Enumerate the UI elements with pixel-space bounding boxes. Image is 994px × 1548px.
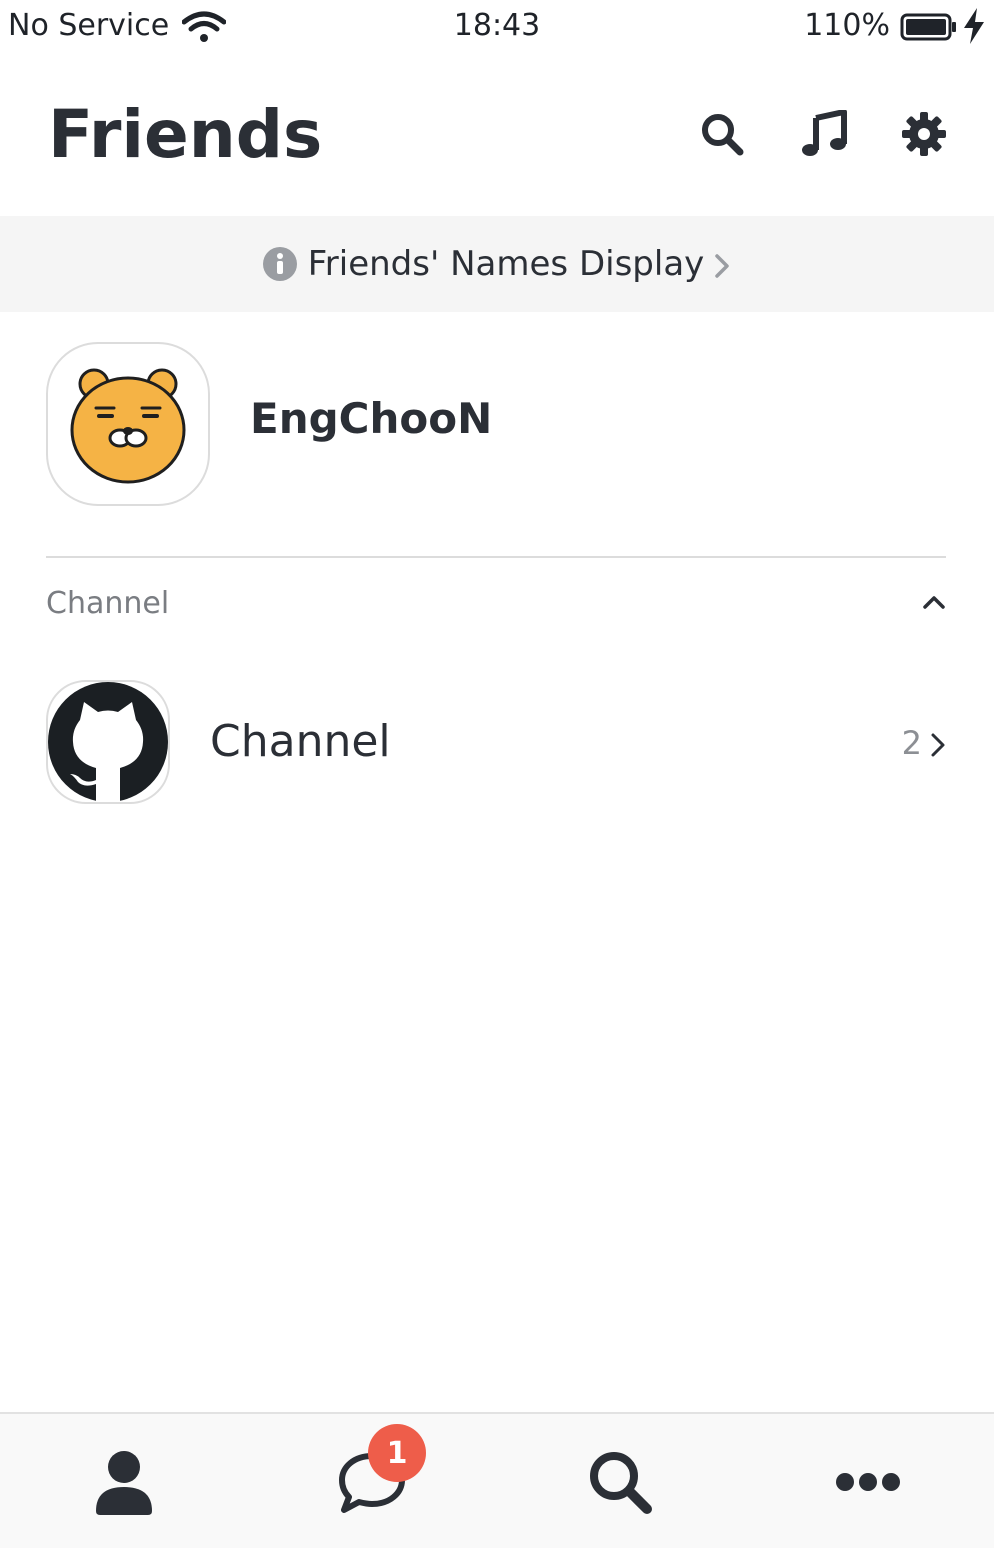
channel-count: 2: [901, 724, 922, 762]
bear-face-icon: [70, 368, 186, 484]
chevron-right-icon: [931, 733, 945, 757]
notice-label: Friends' Names Display: [307, 244, 705, 284]
page-title: Friends: [48, 96, 323, 173]
search-button[interactable]: [694, 106, 750, 162]
header: Friends: [0, 56, 994, 216]
avatar: [46, 342, 210, 506]
tab-search[interactable]: [496, 1414, 744, 1548]
tab-chats[interactable]: [248, 1414, 496, 1548]
search-icon: [702, 114, 744, 156]
divider: [46, 556, 946, 558]
more-dots-icon: [836, 1473, 900, 1491]
channel-name: Channel: [210, 716, 391, 767]
my-profile[interactable]: EngChooN: [46, 342, 946, 506]
gear-icon: [902, 112, 946, 156]
channel-section-header[interactable]: Channel: [46, 576, 946, 636]
person-icon: [96, 1451, 152, 1515]
search-icon: [590, 1452, 652, 1514]
tab-bar: [0, 1412, 994, 1548]
tab-more[interactable]: [744, 1414, 992, 1548]
unread-badge: 1: [368, 1424, 426, 1482]
music-note-icon: [802, 110, 847, 156]
github-octocat-icon: [48, 682, 168, 802]
avatar: [46, 680, 170, 804]
music-button[interactable]: [796, 106, 852, 162]
status-bar: No Service 18:43 110%: [0, 0, 994, 56]
names-display-notice[interactable]: Friends' Names Display: [0, 216, 994, 312]
profile-name: EngChooN: [250, 394, 493, 443]
section-title: Channel: [46, 586, 170, 621]
list-item[interactable]: Channel 2: [46, 680, 946, 804]
battery-percent: 110%: [804, 8, 890, 43]
chevron-up-icon: [923, 596, 945, 609]
charging-bolt-icon: [964, 8, 984, 44]
settings-button[interactable]: [896, 106, 952, 162]
info-icon: [262, 247, 297, 281]
tab-friends[interactable]: [0, 1414, 248, 1548]
chevron-right-icon: [715, 254, 730, 278]
battery-icon: [900, 13, 956, 41]
